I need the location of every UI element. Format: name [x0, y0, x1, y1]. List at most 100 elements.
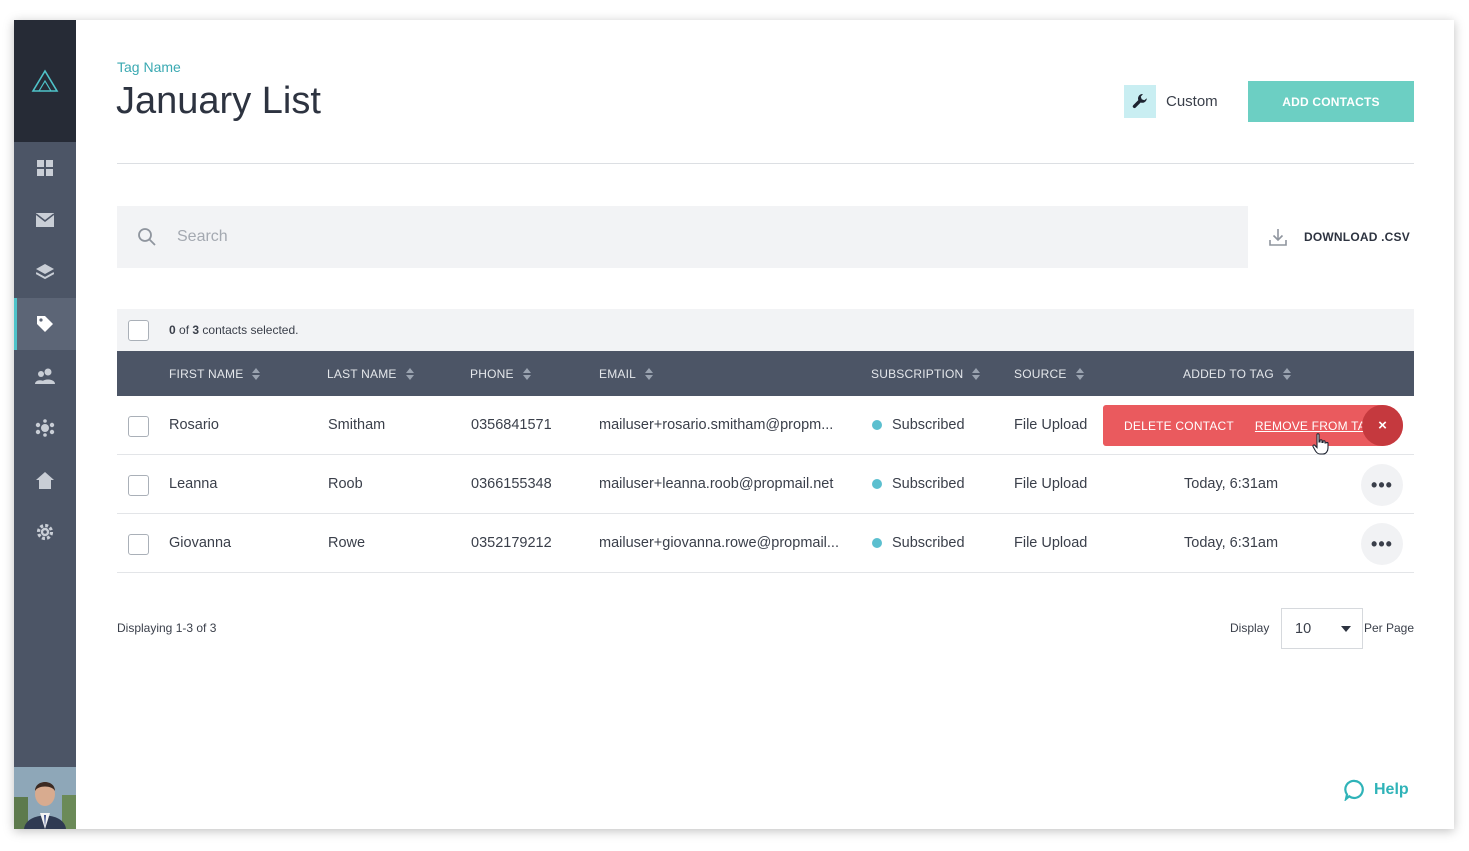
- column-last-name[interactable]: LAST NAME: [327, 351, 414, 396]
- help-button[interactable]: Help: [1344, 779, 1409, 801]
- per-page-label: Per Page: [1364, 621, 1415, 635]
- column-source[interactable]: SOURCE: [1014, 351, 1084, 396]
- download-csv-button[interactable]: DOWNLOAD .CSV: [1269, 226, 1410, 248]
- sidebar-item-contacts[interactable]: [14, 350, 76, 402]
- source-cell: File Upload: [1014, 476, 1088, 492]
- selection-of: of: [179, 323, 190, 337]
- column-phone[interactable]: PHONE: [470, 351, 531, 396]
- subscription-cell: Subscribed: [872, 396, 965, 454]
- search-input[interactable]: [177, 228, 1077, 246]
- download-icon: [1269, 229, 1287, 246]
- more-icon: •••: [1371, 533, 1393, 554]
- sidebar-item-home[interactable]: [14, 454, 76, 506]
- sort-icon: [972, 367, 981, 380]
- tag-name-label: Tag Name: [117, 59, 181, 75]
- last-name-cell: Smitham: [328, 417, 386, 433]
- added-to-tag-cell: Today, 6:31am: [1184, 535, 1279, 551]
- user-avatar-icon: [14, 767, 76, 829]
- sidebar-item-layers[interactable]: [14, 246, 76, 298]
- page-title: January List: [116, 80, 321, 122]
- table-row[interactable]: Giovanna Rowe 0352179212 mailuser+giovan…: [117, 514, 1414, 573]
- table-header: FIRST NAME LAST NAME PHONE EMAIL SUBSCRI…: [117, 351, 1414, 396]
- sort-icon: [1282, 367, 1291, 380]
- subscribed-status-dot: [872, 479, 882, 489]
- avatar[interactable]: [14, 767, 76, 829]
- more-icon: •••: [1371, 474, 1393, 495]
- column-label: PHONE: [470, 366, 514, 381]
- first-name-cell: Leanna: [169, 476, 218, 492]
- subscribed-status-dot: [872, 538, 882, 548]
- sort-icon: [522, 367, 531, 380]
- settings-icon: [36, 523, 54, 541]
- layers-icon: [36, 264, 54, 280]
- display-label: Display: [1230, 621, 1270, 635]
- search-icon: [138, 228, 156, 246]
- phone-cell: 0352179212: [471, 535, 552, 551]
- selection-total: 3: [192, 323, 200, 337]
- table-row[interactable]: Rosario Smitham 0356841571 mailuser+rosa…: [117, 396, 1414, 455]
- email-cell: mailuser+rosario.smitham@propm...: [599, 417, 834, 433]
- sidebar-item-dashboard[interactable]: [14, 142, 76, 194]
- wrench-icon: [1132, 94, 1147, 109]
- hand-cursor-icon: [1312, 433, 1329, 455]
- column-label: ADDED TO TAG: [1183, 366, 1274, 381]
- mail-icon: [36, 213, 54, 227]
- sort-icon: [252, 367, 261, 380]
- sidebar-item-tags[interactable]: [14, 298, 76, 350]
- custom-label: Custom: [1166, 92, 1218, 110]
- column-subscription[interactable]: SUBSCRIPTION: [871, 351, 981, 396]
- more-options-button[interactable]: •••: [1361, 464, 1403, 506]
- selection-suffix: contacts selected.: [202, 323, 299, 337]
- chevron-down-icon: [1341, 626, 1351, 632]
- home-icon: [36, 471, 54, 489]
- email-cell: mailuser+giovanna.rowe@propmail...: [599, 535, 839, 551]
- remove-from-tag-link[interactable]: REMOVE FROM TAG: [1255, 419, 1376, 433]
- selection-bar: 0 of 3 contacts selected.: [117, 309, 1414, 351]
- row-action-menu: DELETE CONTACT REMOVE FROM TAG ×: [1103, 405, 1403, 446]
- source-cell: File Upload: [1014, 417, 1088, 433]
- select-all-checkbox[interactable]: [128, 319, 149, 341]
- header-divider: [117, 163, 1414, 164]
- subscription-cell: Subscribed: [872, 455, 965, 513]
- subscription-label: Subscribed: [892, 535, 965, 551]
- added-to-tag-cell: Today, 6:31am: [1184, 476, 1279, 492]
- phone-cell: 0366155348: [471, 476, 552, 492]
- sidebar-item-settings[interactable]: [14, 506, 76, 558]
- table-row[interactable]: Leanna Roob 0366155348 mailuser+leanna.r…: [117, 455, 1414, 514]
- first-name-cell: Rosario: [169, 417, 219, 433]
- add-contacts-button[interactable]: ADD CONTACTS: [1248, 81, 1414, 122]
- dashboard-icon: [37, 160, 53, 176]
- delete-contact-button[interactable]: DELETE CONTACT: [1124, 419, 1234, 433]
- custom-button[interactable]: Custom: [1124, 83, 1218, 119]
- column-label: LAST NAME: [327, 366, 397, 381]
- selected-count: 0: [169, 323, 176, 337]
- subscription-label: Subscribed: [892, 417, 965, 433]
- logo[interactable]: [14, 20, 76, 142]
- phone-cell: 0356841571: [471, 417, 552, 433]
- tag-icon: [37, 316, 53, 332]
- row-checkbox[interactable]: [128, 534, 149, 555]
- column-email[interactable]: EMAIL: [599, 351, 654, 396]
- more-options-button[interactable]: •••: [1361, 523, 1403, 565]
- email-cell: mailuser+leanna.roob@propmail.net: [599, 476, 834, 492]
- pagination-summary: Displaying 1-3 of 3: [117, 621, 217, 635]
- triangle-logo-icon: [31, 69, 59, 92]
- row-checkbox[interactable]: [128, 475, 149, 496]
- sort-icon: [645, 367, 654, 380]
- per-page-value: 10: [1295, 620, 1312, 637]
- last-name-cell: Rowe: [328, 535, 366, 551]
- column-first-name[interactable]: FIRST NAME: [169, 351, 261, 396]
- help-label: Help: [1374, 781, 1409, 798]
- sidebar-item-mail[interactable]: [14, 194, 76, 246]
- wrench-icon-box: [1124, 84, 1156, 118]
- per-page-select[interactable]: 10: [1281, 608, 1363, 649]
- column-added-to-tag[interactable]: ADDED TO TAG: [1183, 351, 1291, 396]
- column-label: SOURCE: [1014, 366, 1067, 381]
- sidebar-item-groups[interactable]: [14, 402, 76, 454]
- sort-icon: [405, 367, 414, 380]
- column-label: EMAIL: [599, 366, 637, 381]
- close-icon[interactable]: ×: [1362, 405, 1403, 446]
- last-name-cell: Roob: [328, 476, 363, 492]
- row-checkbox[interactable]: [128, 416, 149, 437]
- column-label: SUBSCRIPTION: [871, 366, 964, 381]
